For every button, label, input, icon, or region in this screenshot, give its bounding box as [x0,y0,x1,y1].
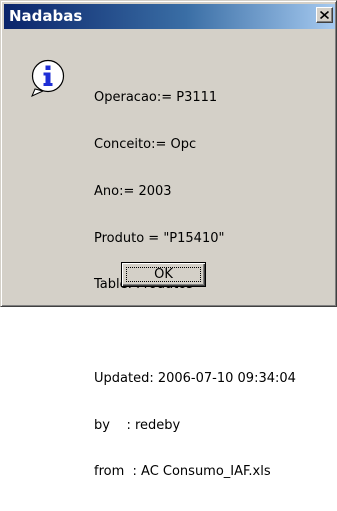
close-icon [320,11,329,19]
message-line: Conceito:= Opc [94,136,197,152]
message-line: Operacao:= P3111 [94,90,218,106]
message-line: from : AC Consumo_IAF.xls [94,464,271,480]
ok-button[interactable]: OK [121,262,206,287]
message-line: Updated: 2006-07-10 09:34:04 [94,370,296,386]
message-line: by : redeby [94,417,181,433]
message-dialog: Nadabas Operacao:= P3111 Conceito:= Opc … [0,0,337,479]
window-title: Nadabas [9,7,83,25]
ok-button-label: OK [154,267,173,282]
info-icon [31,59,65,97]
title-bar[interactable]: Nadabas [4,4,335,29]
message-line: Produto = "P15410" [94,230,225,246]
message-line: Ano:= 2003 [94,183,172,199]
close-button[interactable] [316,7,333,23]
